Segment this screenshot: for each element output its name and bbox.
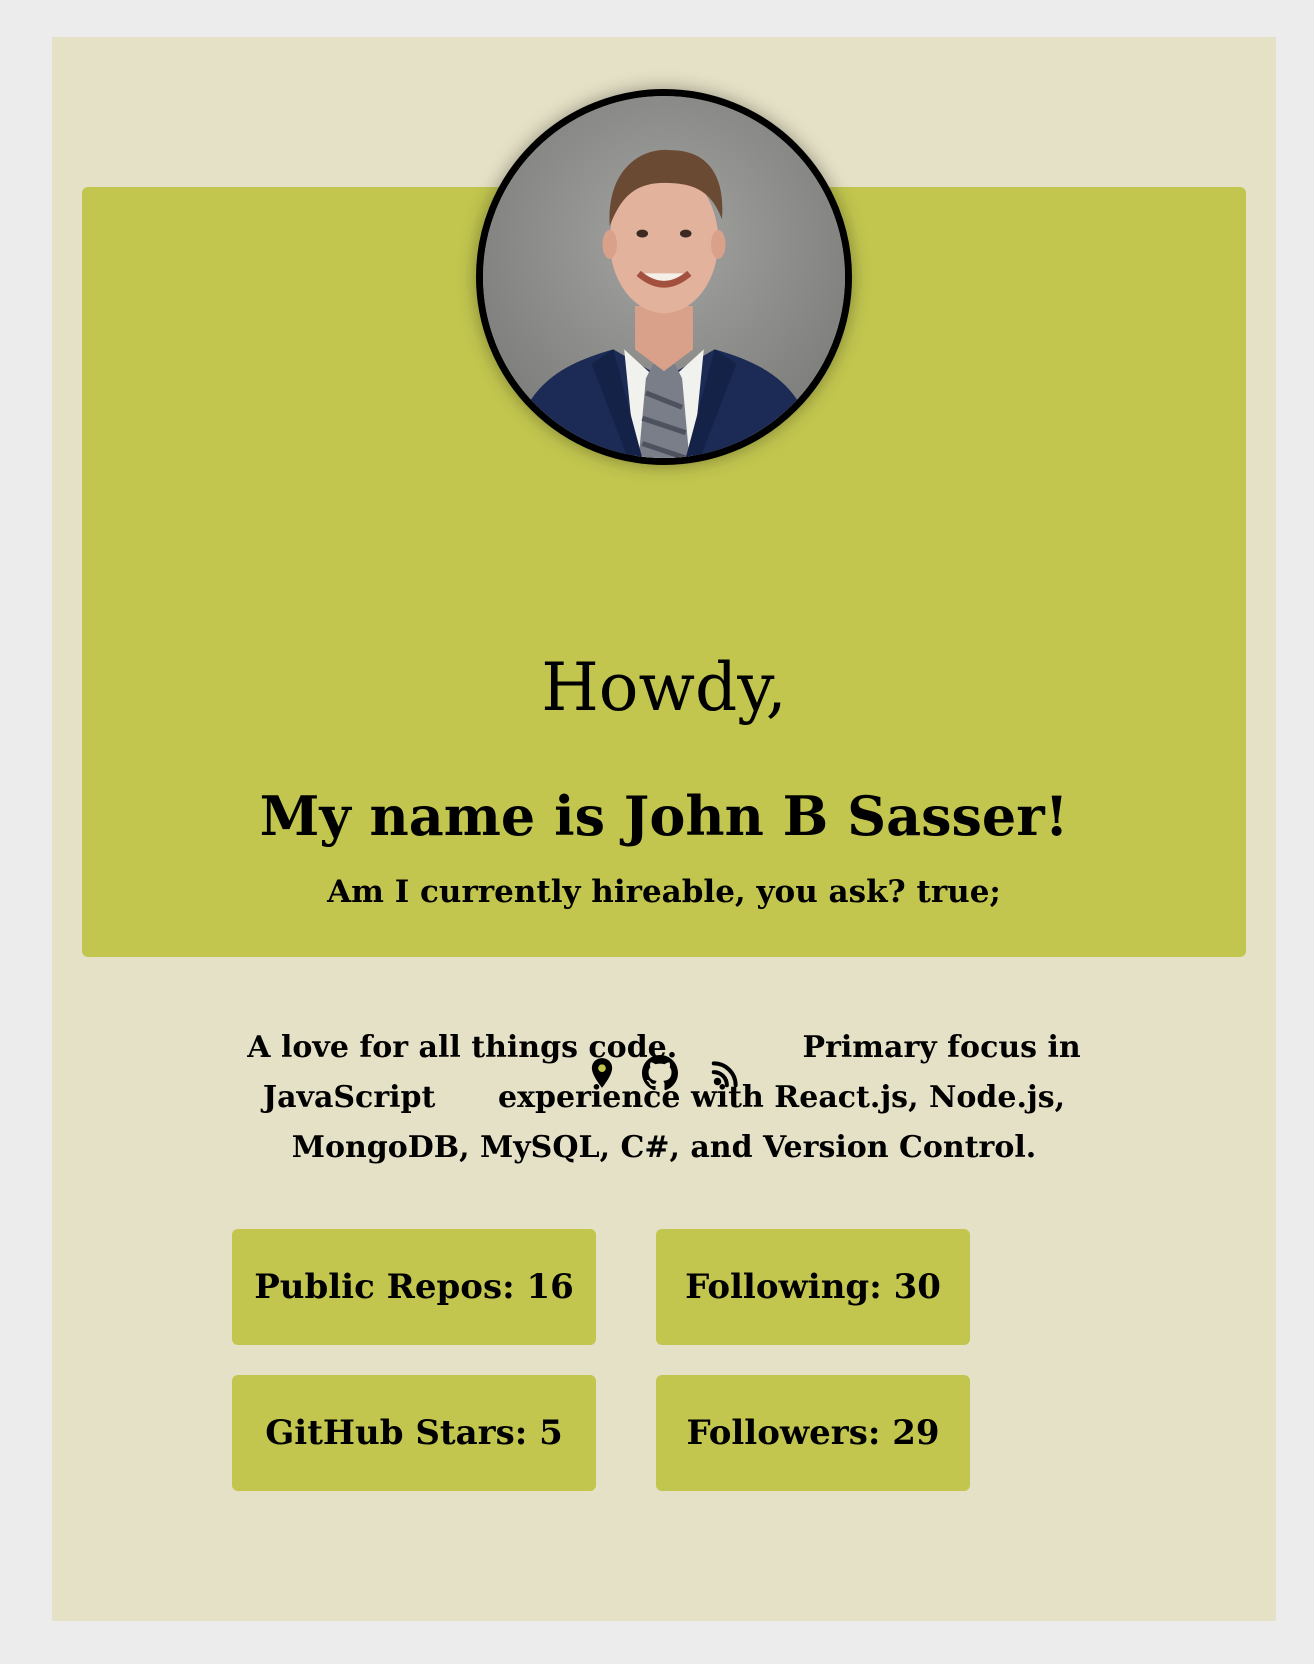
github-stars-stat: GitHub Stars: 5 [232,1375,596,1491]
bio-line: A love for all things code. Primary focu… [247,1030,1081,1065]
profile-panel: Howdy, My name is John B Sasser! Am I cu… [52,37,1276,1621]
bio-text: A love for all things code. Primary focu… [52,1023,1276,1173]
bio-line: MongoDB, MySQL, C#, and Version Control. [291,1130,1037,1165]
public-repos-stat: Public Repos: 16 [232,1229,596,1345]
followers-stat: Followers: 29 [656,1375,970,1491]
hireable-status: Am I currently hireable, you ask? true; [327,874,1001,910]
name-heading: My name is John B Sasser! [259,784,1069,848]
following-stat: Following: 30 [656,1229,970,1345]
bio-line: JavaScript experience with React.js, Nod… [262,1080,1066,1115]
profile-avatar [476,89,852,465]
greeting-heading: Howdy, [541,649,787,726]
